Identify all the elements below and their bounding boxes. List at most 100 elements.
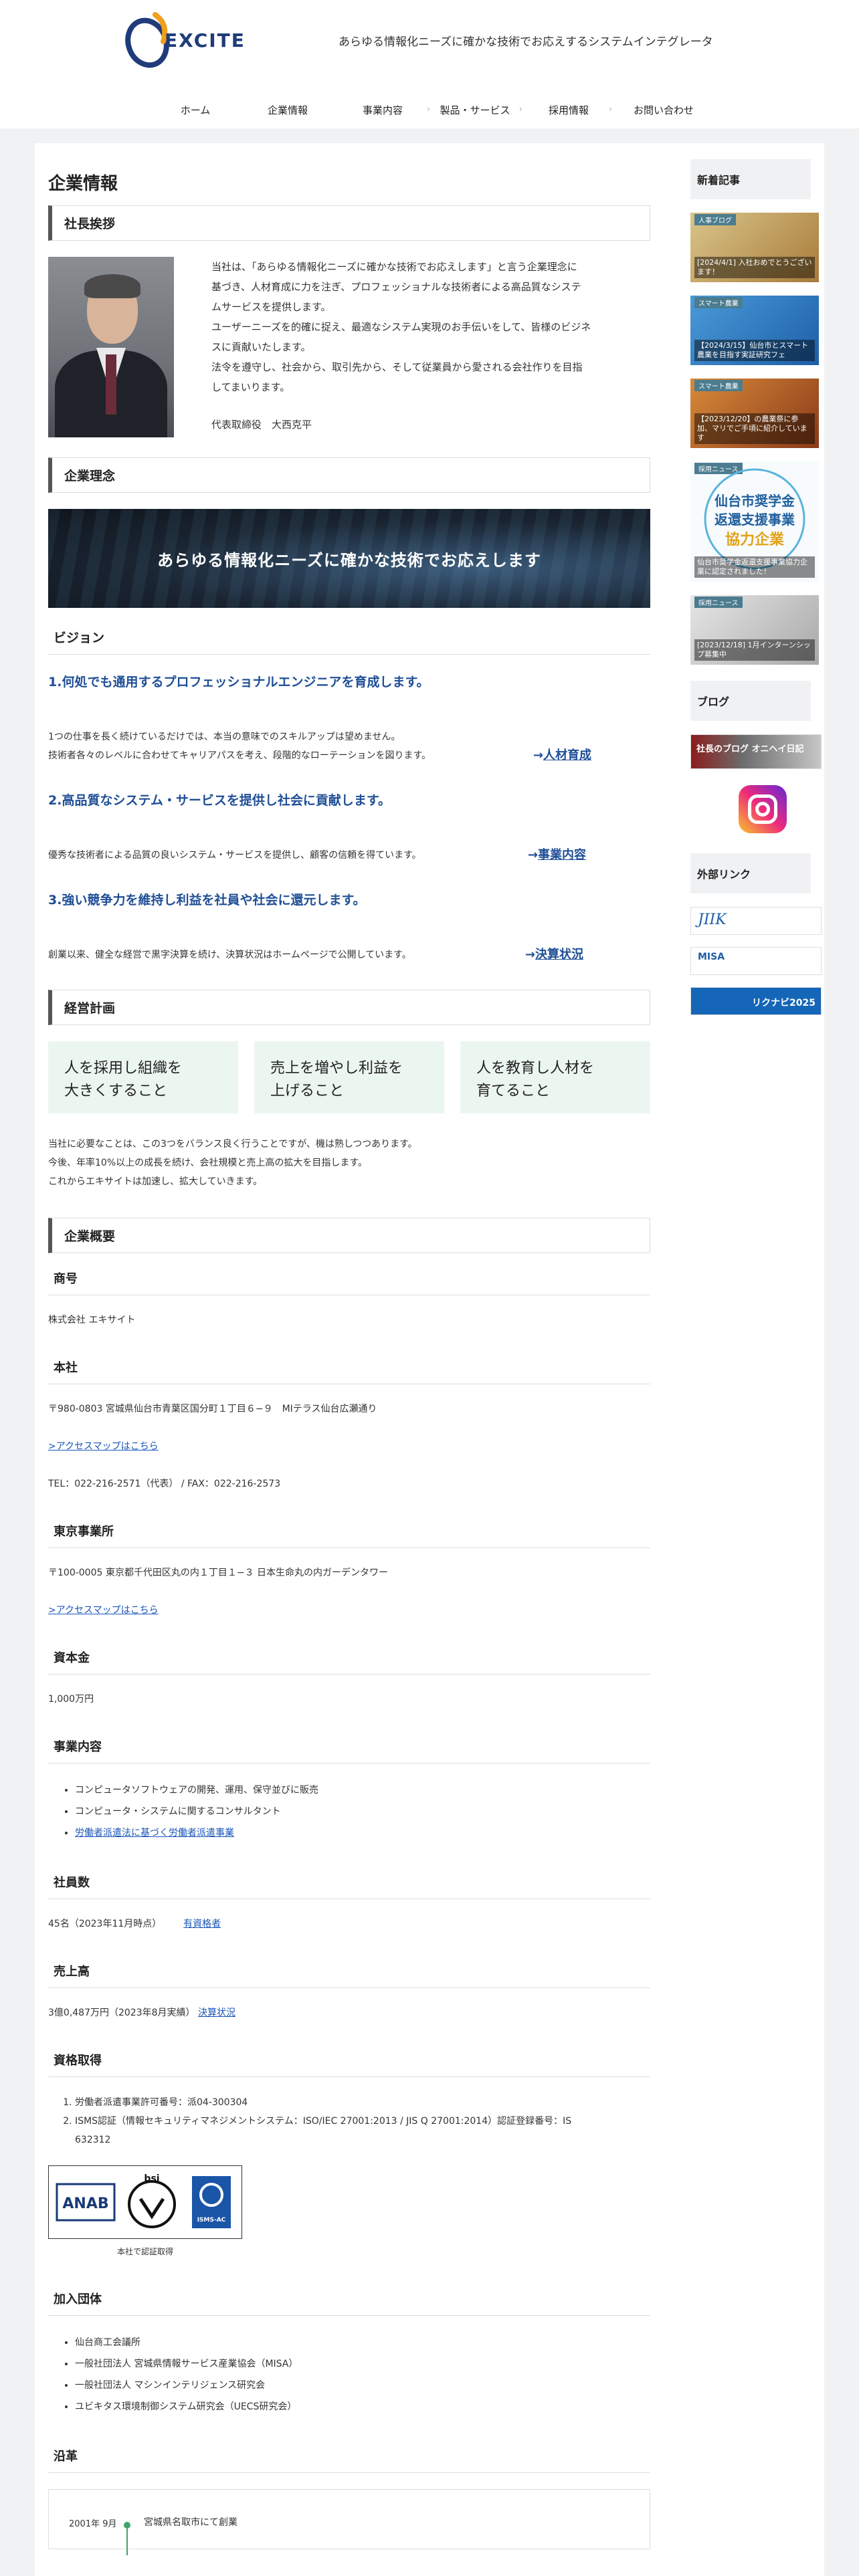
news-item[interactable]: 採用ニュース [2023/12/18] 1月インターンシップ募集中 (690, 595, 819, 665)
news-caption: [2024/4/1] 入社おめでとうございます！ (694, 257, 815, 278)
value-text: 45名（2023年11月時点） (48, 1919, 162, 1929)
hq-label: 本社 (48, 1358, 650, 1384)
page-title: 企業情報 (48, 174, 118, 194)
staff-value: 45名（2023年11月時点） 有資格者 (48, 1915, 650, 1933)
nav-business[interactable]: 事業内容 (336, 103, 430, 117)
svg-text:bsi: bsi (144, 2173, 159, 2184)
list-item: ユビキタス環境制御システム研究会（UECS研究会） (75, 2396, 650, 2418)
dispatch-link[interactable]: 労働者派遣法に基づく労働者派遣事業 (75, 1828, 234, 1838)
value-text: 1,000万円 (48, 1694, 94, 1705)
greeting-line: 法令を遵守し、社会から、取引先から、そして従業員から愛される会社作りを目指 (211, 361, 583, 373)
history-timeline: 2001年 9月 宮城県名取市にて創業 (48, 2489, 650, 2555)
misa-link-banner[interactable]: MISA (690, 947, 822, 975)
nav-home[interactable]: ホーム (149, 103, 242, 117)
hq-tel: TEL：022-216-2571（代表） / FAX：022-216-2573 (48, 1479, 281, 1489)
nav-separator-icon: › (609, 104, 612, 114)
sales-label: 売上高 (48, 1962, 650, 1988)
news-tag: 人事ブログ (694, 214, 736, 225)
business-list: コンピュータソフトウェアの開発、運用、保守並びに販売 コンピュータ・システムに関… (48, 1780, 650, 1844)
list-item: 労働者派遣事業許可番号：派04-300304 (75, 2093, 650, 2112)
cert-logos: ANAB bsi ISMS-AC (48, 2165, 242, 2239)
history-date: 2001年 9月 (69, 2519, 117, 2529)
content-wrapper: 企業情報 社長挨拶 当社は、「あらゆる情報化ニーズに確かな技術でお応えします」と… (35, 143, 824, 2576)
nav-recruit[interactable]: 採用情報 (522, 103, 615, 117)
instagram-icon[interactable] (739, 785, 787, 833)
link-label[interactable]: 人材育成 (543, 748, 591, 762)
arrow-right-icon: → (527, 848, 538, 862)
membership-label: 加入団体 (48, 2290, 650, 2316)
site-header: EXCITE あらゆる情報化ニーズに確かな技術でお応えするシステムインテグレータ… (0, 0, 859, 128)
list-item: 仙台商工会議所 (75, 2332, 650, 2353)
staff-label: 社員数 (48, 1873, 650, 1899)
news-item[interactable]: スマート農業 【2023/12/20】の農業祭に参加、マリでご手頃に紹介していま… (690, 379, 819, 448)
arrow-right-icon: → (533, 748, 543, 762)
news-tag: スマート農業 (694, 380, 743, 391)
qualified-staff-link[interactable]: 有資格者 (183, 1919, 221, 1929)
link-financial[interactable]: →決算状況 (525, 946, 583, 964)
news-item[interactable]: 人事ブログ [2024/4/1] 入社おめでとうございます！ (690, 213, 819, 282)
plan-card: 人を採用し組織を 大きくすること (48, 1041, 238, 1113)
vision-title-1: 1.何処でも通用するプロフェッショナルエンジニアを育成します。 (48, 675, 430, 689)
cert-label: 資格取得 (48, 2051, 650, 2077)
news-caption: 【2023/12/20】の農業祭に参加、マリでご手頃に紹介しています (694, 413, 815, 444)
capital-label: 資本金 (48, 1648, 650, 1675)
plan-line: 育てること (476, 1083, 551, 1099)
hq-info: 〒980-0803 宮城県仙台市青葉区国分町１丁目６−９ MIテラス仙台広瀬通り… (48, 1400, 650, 1493)
tokyo-label: 東京事業所 (48, 1522, 650, 1548)
vision-heading: ビジョン (48, 628, 650, 655)
sales-value: 3億0,487万円（2023年8月実績） 決算状況 (48, 2004, 650, 2022)
greeting-line: ユーザーニーズを的確に捉え、最適なシステム実現のお手伝いをして、皆様のビジネ (211, 321, 591, 333)
news-tag: スマート農業 (694, 297, 743, 308)
philosophy-heading: 企業理念 (48, 457, 650, 493)
anab-logo-icon: ANAB (56, 2183, 116, 2222)
president-signature: 代表取締役 大西克平 (211, 419, 312, 431)
svg-text:仙台市奨学金: 仙台市奨学金 (714, 493, 795, 509)
plan-heading: 経営計画 (48, 990, 650, 1025)
greeting-line: 基づき、人材育成に力を注ぎ、プロフェッショナルな技術者による高品質なシステ (211, 281, 581, 293)
news-item[interactable]: スマート農業 【2024/3/15】仙台市とスマート農業を目指す実証研究フェ (690, 296, 819, 365)
greeting-section: 当社は、「あらゆる情報化ニーズに確かな技術でお応えします」と言う企業理念に 基づ… (48, 257, 650, 457)
plan-line: 売上を増やし利益を (270, 1060, 403, 1077)
vision-body-2: 優秀な技術者による品質の良いシステム・サービスを提供し、顧客の信頼を得ています。… (48, 846, 650, 865)
list-item: コンピュータソフトウェアの開発、運用、保守並びに販売 (75, 1780, 650, 1801)
tokyo-map-link[interactable]: >アクセスマップはこちら (48, 1602, 650, 1619)
membership-list: 仙台商工会議所 一般社団法人 宮城県情報サービス産業協会（MISA） 一般社団法… (48, 2332, 650, 2418)
link-label[interactable]: 決算状況 (535, 948, 583, 962)
link-business[interactable]: →事業内容 (528, 846, 586, 865)
header-tagline: あらゆる情報化ニーズに確かな技術でお応えするシステムインテグレータ (339, 35, 713, 49)
plan-line: 人を採用し組織を (64, 1060, 183, 1077)
plan-note-line: これからエキサイトは加速し、拡大していきます。 (48, 1176, 263, 1187)
plan-note-line: 今後、年率10%以上の成長を続け、会社規模と売上高の拡大を目指します。 (48, 1158, 368, 1168)
list-item: ISMS認証（情報セキュリティマネジメントシステム：ISO/IEC 27001:… (75, 2116, 572, 2127)
financial-link[interactable]: 決算状況 (198, 2008, 235, 2018)
nav-contact[interactable]: お問い合わせ (617, 103, 710, 117)
svg-text:協力企業: 協力企業 (725, 531, 785, 548)
plan-line: 上げること (270, 1083, 345, 1099)
overview-heading: 企業概要 (48, 1218, 650, 1253)
hq-map-link[interactable]: >アクセスマップはこちら (48, 1438, 650, 1455)
svg-text:ISMS-AC: ISMS-AC (197, 2217, 225, 2224)
greeting-line: してまいります。 (211, 381, 290, 393)
list-item: コンピュータ・システムに関するコンサルタント (75, 1801, 650, 1822)
nav-company[interactable]: 企業情報 (241, 103, 335, 117)
rikunabi-link-banner[interactable]: リクナビ2025 (690, 987, 822, 1015)
jiik-link-banner[interactable]: JIIK (690, 907, 822, 935)
value-text: 株式会社 エキサイト (48, 1315, 136, 1325)
greeting-line: 当社は、「あらゆる情報化ニーズに確かな技術でお応えします」と言う企業理念に (211, 261, 577, 273)
logo-text[interactable]: EXCITE (165, 29, 246, 51)
external-links-heading: 外部リンク (690, 853, 811, 893)
list-item: 一般社団法人 マシンインテリジェンス研究会 (75, 2375, 650, 2396)
svg-text:返還支援事業: 返還支援事業 (714, 512, 795, 528)
nav-products[interactable]: 製品・サービス (428, 103, 522, 117)
link-hr-development[interactable]: →人材育成 (533, 746, 591, 765)
main-content: 企業情報 社長挨拶 当社は、「あらゆる情報化ニーズに確かな技術でお応えします」と… (48, 156, 650, 2555)
vision-title-2: 2.高品質なシステム・サービスを提供し社会に貢献します。 (48, 793, 391, 808)
president-blog-banner[interactable]: 社長のブログ オニヘイ日記 (690, 734, 822, 769)
plan-cards: 人を採用し組織を 大きくすること 売上を増やし利益を 上げること 人を教育し人材を育… (48, 1041, 650, 1113)
history-label: 沿革 (48, 2447, 650, 2473)
list-item: 一般社団法人 宮城県情報サービス産業協会（MISA） (75, 2353, 650, 2375)
vision-text: 1つの仕事を長く続けているだけでは、本当の意味でのスキルアップは望めません。 (48, 732, 401, 742)
link-label[interactable]: 事業内容 (538, 848, 586, 862)
news-item[interactable]: 採用ニュース 仙台市奨学金 返還支援事業 協力企業 仙台市奨学金返還支援事業協力… (690, 461, 819, 582)
cert-caption: 本社で認証取得 (116, 2247, 173, 2256)
